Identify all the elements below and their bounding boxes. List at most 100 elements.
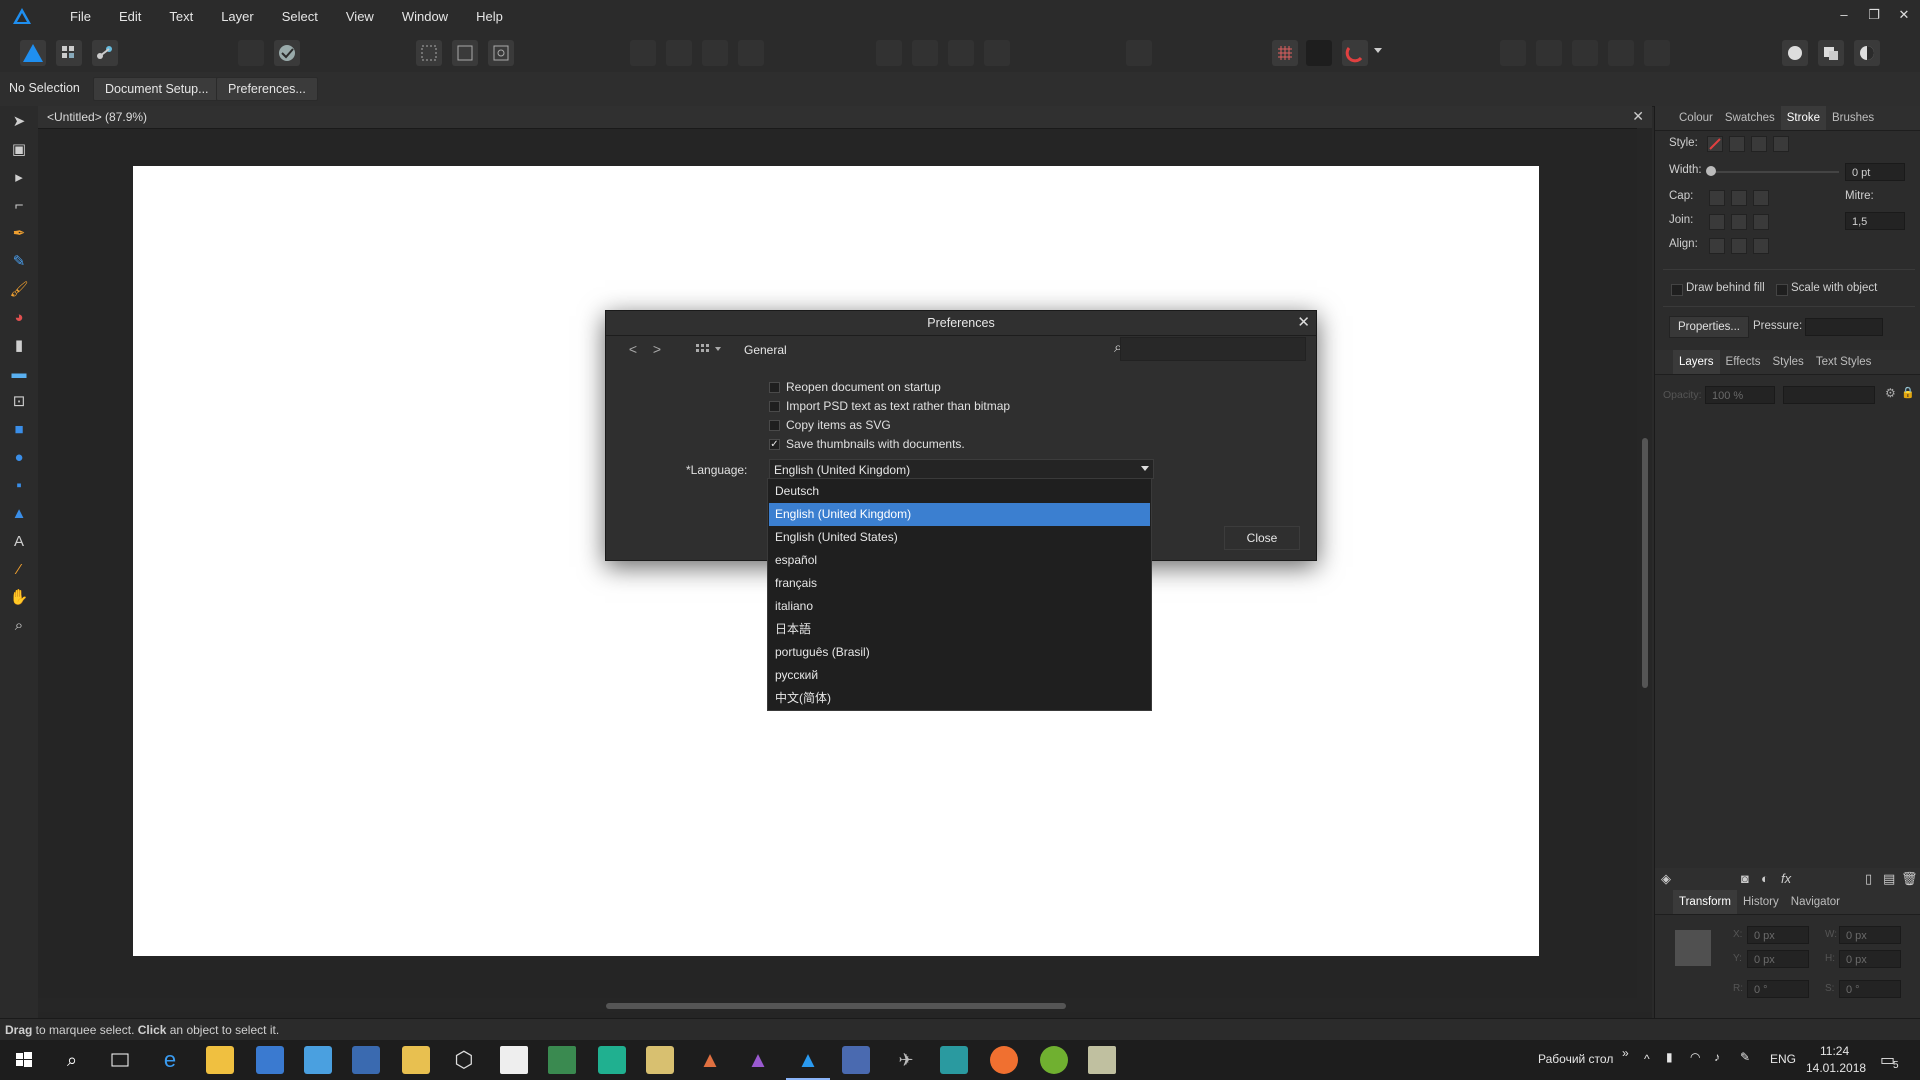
pen-icon[interactable]: ✎	[1740, 1050, 1750, 1064]
vertical-scrollbar[interactable]	[1637, 128, 1652, 1000]
firefox-icon[interactable]	[990, 1046, 1018, 1074]
document-setup-button[interactable]: Document Setup...	[93, 77, 221, 101]
clock-date[interactable]: 14.01.2018	[1806, 1061, 1866, 1075]
show-hidden-icons-icon[interactable]: ^	[1644, 1052, 1650, 1066]
align-center-icon[interactable]	[912, 40, 938, 66]
close-document-icon[interactable]: ✕	[1632, 108, 1644, 125]
dialog-close-icon[interactable]: ✕	[1297, 313, 1310, 331]
view-mode-icon[interactable]	[416, 40, 442, 66]
square-cap-icon[interactable]	[1753, 190, 1769, 206]
rounded-rectangle-tool-icon[interactable]: ▪	[7, 474, 31, 498]
app-icon[interactable]	[352, 1046, 380, 1074]
vertical-scroll-thumb[interactable]	[1642, 438, 1648, 688]
import-psd-text-checkbox[interactable]	[769, 400, 780, 412]
menu-edit[interactable]: Edit	[105, 0, 155, 34]
snap-options-icon[interactable]	[1306, 40, 1332, 66]
align-distribute-icon[interactable]	[984, 40, 1010, 66]
align-left-icon[interactable]	[876, 40, 902, 66]
usb-icon[interactable]: ▮	[1666, 1050, 1673, 1064]
arrange-backward-icon[interactable]	[1572, 40, 1598, 66]
context-toolbar-icon[interactable]	[1782, 40, 1808, 66]
stroke-width-field[interactable]: 0 pt	[1845, 163, 1905, 181]
store-icon[interactable]	[206, 1046, 234, 1074]
boolean-subtract-icon[interactable]	[666, 40, 692, 66]
no-stroke-icon[interactable]	[1707, 136, 1723, 152]
add-group-icon[interactable]: ▤	[1883, 871, 1895, 887]
menu-help[interactable]: Help	[462, 0, 517, 34]
horizontal-scroll-thumb[interactable]	[606, 1003, 1066, 1009]
tab-history[interactable]: History	[1737, 890, 1785, 914]
mask-icon[interactable]: ◙	[1741, 871, 1749, 886]
opacity-field[interactable]: 100 %	[1705, 386, 1775, 404]
option-reopen-document[interactable]: Reopen document on startup	[769, 380, 941, 394]
search-icon[interactable]: ⌕	[58, 1046, 86, 1074]
crop-tool-icon[interactable]: ⊡	[7, 390, 31, 414]
tab-transform[interactable]: Transform	[1673, 890, 1737, 914]
grid-icon[interactable]	[1272, 40, 1298, 66]
round-cap-icon[interactable]	[1731, 190, 1747, 206]
bevel-join-icon[interactable]	[1753, 214, 1769, 230]
butt-cap-icon[interactable]	[1709, 190, 1725, 206]
shear-field[interactable]: 0 °	[1839, 980, 1901, 998]
ellipse-tool-icon[interactable]: ●	[7, 446, 31, 470]
tab-swatches[interactable]: Swatches	[1719, 106, 1781, 130]
tab-brushes[interactable]: Brushes	[1826, 106, 1880, 130]
language-option-deutsch[interactable]: Deutsch	[769, 480, 1150, 503]
app-icon[interactable]: ▲	[696, 1046, 724, 1074]
colour-picker-tool-icon[interactable]: ⁄	[7, 558, 31, 582]
node-tool-icon[interactable]: ▸	[7, 166, 31, 190]
menu-text[interactable]: Text	[155, 0, 207, 34]
pixel-persona-icon[interactable]	[56, 40, 82, 66]
utorrent-icon[interactable]	[1040, 1046, 1068, 1074]
boolean-xor-icon[interactable]	[738, 40, 764, 66]
tab-effects[interactable]: Effects	[1720, 350, 1767, 374]
menu-file[interactable]: File	[56, 0, 105, 34]
artboard-tool-icon[interactable]: ▣	[7, 138, 31, 162]
tab-text-styles[interactable]: Text Styles	[1810, 350, 1878, 374]
tab-colour[interactable]: Colour	[1673, 106, 1719, 130]
menu-select[interactable]: Select	[268, 0, 332, 34]
wifi-icon[interactable]: ◠	[1690, 1050, 1700, 1064]
option-copy-svg[interactable]: Copy items as SVG	[769, 418, 891, 432]
app-icon[interactable]: ⬡	[450, 1046, 478, 1074]
tab-stroke[interactable]: Stroke	[1780, 106, 1826, 130]
toggle-snapping-icon[interactable]	[238, 40, 264, 66]
language-option-italiano[interactable]: italiano	[769, 595, 1150, 618]
minimize-button[interactable]: –	[1830, 0, 1858, 30]
edge-icon[interactable]: e	[156, 1046, 184, 1074]
language-option-francais[interactable]: français	[769, 572, 1150, 595]
grid-view-button[interactable]	[694, 339, 728, 359]
move-tool-icon[interactable]: ➤	[7, 110, 31, 134]
delete-layer-icon[interactable]: 🗑	[1901, 871, 1918, 887]
vector-brush-tool-icon[interactable]: 🖌	[7, 278, 31, 302]
toolbar-expand-icon[interactable]: »	[1622, 1046, 1629, 1060]
language-option-english-us[interactable]: English (United States)	[769, 526, 1150, 549]
scale-with-object-checkbox[interactable]	[1776, 284, 1788, 296]
app-icon[interactable]: ✈	[892, 1046, 920, 1074]
file-explorer-icon[interactable]	[402, 1046, 430, 1074]
language-option-chinese[interactable]: 中文(简体)	[769, 687, 1150, 710]
h-field[interactable]: 0 px	[1839, 950, 1901, 968]
snapping-magnet-icon[interactable]	[1342, 40, 1368, 66]
tab-layers[interactable]: Layers	[1673, 350, 1720, 374]
designer-persona-icon[interactable]	[20, 40, 46, 66]
menu-view[interactable]: View	[332, 0, 388, 34]
arrange-forward-icon[interactable]	[1536, 40, 1562, 66]
adjustment-icon[interactable]: ◐	[1761, 871, 1769, 886]
affinity-photo-icon[interactable]: ▲	[744, 1046, 772, 1074]
reopen-document-checkbox[interactable]	[769, 381, 780, 393]
miter-join-icon[interactable]	[1709, 214, 1725, 230]
hand-tool-icon[interactable]: ✋	[7, 586, 31, 610]
app-icon[interactable]	[256, 1046, 284, 1074]
preferences-button[interactable]: Preferences...	[216, 77, 318, 101]
stroke-properties-button[interactable]: Properties...	[1669, 316, 1749, 338]
app-icon[interactable]	[1088, 1046, 1116, 1074]
align-inside-icon[interactable]	[1709, 238, 1725, 254]
triangle-tool-icon[interactable]: ▲	[7, 502, 31, 526]
task-view-icon[interactable]	[106, 1046, 134, 1074]
option-save-thumbnails[interactable]: ✓ Save thumbnails with documents.	[769, 437, 965, 451]
arrange-back-icon[interactable]	[1608, 40, 1634, 66]
mitre-field[interactable]: 1,5	[1845, 212, 1905, 230]
app-icon[interactable]	[304, 1046, 332, 1074]
volume-icon[interactable]: ♪	[1714, 1050, 1720, 1064]
